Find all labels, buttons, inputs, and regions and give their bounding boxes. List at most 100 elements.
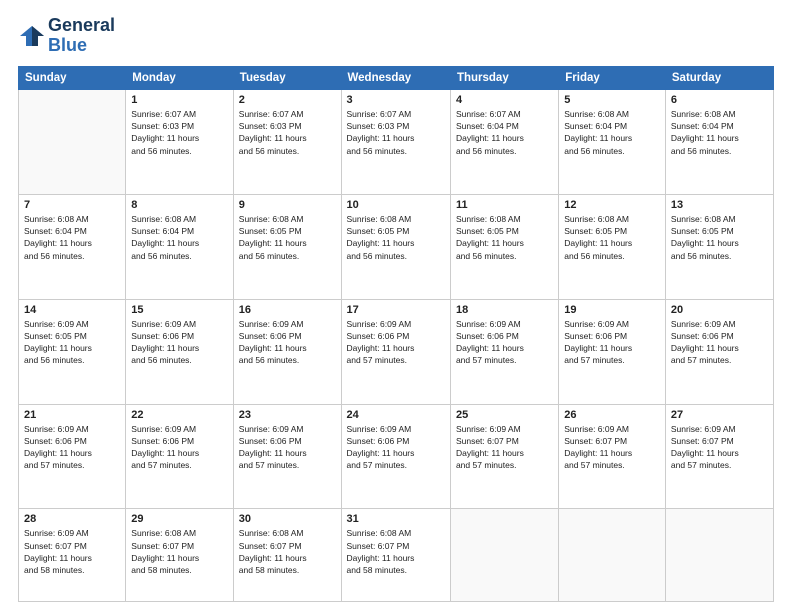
day-number: 2 [239,94,336,106]
day-info: Sunrise: 6:08 AMSunset: 6:04 PMDaylight:… [24,213,120,262]
day-number: 16 [239,304,336,316]
calendar-cell: 11 Sunrise: 6:08 AMSunset: 6:05 PMDaylig… [450,194,558,299]
day-number: 8 [131,199,227,211]
weekday-saturday: Saturday [665,66,773,89]
calendar-cell [19,89,126,194]
calendar-cell [450,509,558,602]
day-number: 22 [131,409,227,421]
day-number: 13 [671,199,768,211]
calendar-cell: 10 Sunrise: 6:08 AMSunset: 6:05 PMDaylig… [341,194,450,299]
calendar-cell: 12 Sunrise: 6:08 AMSunset: 6:05 PMDaylig… [559,194,666,299]
day-info: Sunrise: 6:08 AMSunset: 6:07 PMDaylight:… [347,527,445,576]
day-number: 10 [347,199,445,211]
day-number: 23 [239,409,336,421]
week-row-4: 21 Sunrise: 6:09 AMSunset: 6:06 PMDaylig… [19,404,774,509]
calendar-cell: 6 Sunrise: 6:08 AMSunset: 6:04 PMDayligh… [665,89,773,194]
calendar-cell: 31 Sunrise: 6:08 AMSunset: 6:07 PMDaylig… [341,509,450,602]
day-number: 31 [347,513,445,525]
day-info: Sunrise: 6:08 AMSunset: 6:05 PMDaylight:… [456,213,553,262]
day-info: Sunrise: 6:09 AMSunset: 6:06 PMDaylight:… [131,423,227,472]
day-number: 5 [564,94,660,106]
calendar-cell: 17 Sunrise: 6:09 AMSunset: 6:06 PMDaylig… [341,299,450,404]
calendar-cell: 25 Sunrise: 6:09 AMSunset: 6:07 PMDaylig… [450,404,558,509]
day-info: Sunrise: 6:08 AMSunset: 6:04 PMDaylight:… [131,213,227,262]
weekday-sunday: Sunday [19,66,126,89]
day-info: Sunrise: 6:07 AMSunset: 6:03 PMDaylight:… [347,108,445,157]
day-number: 14 [24,304,120,316]
calendar-cell: 18 Sunrise: 6:09 AMSunset: 6:06 PMDaylig… [450,299,558,404]
calendar-cell: 19 Sunrise: 6:09 AMSunset: 6:06 PMDaylig… [559,299,666,404]
day-info: Sunrise: 6:09 AMSunset: 6:07 PMDaylight:… [456,423,553,472]
calendar-cell: 23 Sunrise: 6:09 AMSunset: 6:06 PMDaylig… [233,404,341,509]
calendar-cell: 2 Sunrise: 6:07 AMSunset: 6:03 PMDayligh… [233,89,341,194]
day-number: 4 [456,94,553,106]
day-info: Sunrise: 6:09 AMSunset: 6:06 PMDaylight:… [347,423,445,472]
calendar-cell: 26 Sunrise: 6:09 AMSunset: 6:07 PMDaylig… [559,404,666,509]
weekday-monday: Monday [126,66,233,89]
day-number: 26 [564,409,660,421]
day-info: Sunrise: 6:09 AMSunset: 6:05 PMDaylight:… [24,318,120,367]
day-number: 25 [456,409,553,421]
calendar-cell: 14 Sunrise: 6:09 AMSunset: 6:05 PMDaylig… [19,299,126,404]
calendar-cell: 16 Sunrise: 6:09 AMSunset: 6:06 PMDaylig… [233,299,341,404]
calendar-cell: 21 Sunrise: 6:09 AMSunset: 6:06 PMDaylig… [19,404,126,509]
day-number: 27 [671,409,768,421]
calendar-cell [665,509,773,602]
day-info: Sunrise: 6:08 AMSunset: 6:07 PMDaylight:… [239,527,336,576]
day-info: Sunrise: 6:09 AMSunset: 6:06 PMDaylight:… [456,318,553,367]
day-info: Sunrise: 6:09 AMSunset: 6:06 PMDaylight:… [564,318,660,367]
calendar-table: SundayMondayTuesdayWednesdayThursdayFrid… [18,66,774,602]
logo-text: General Blue [48,16,115,56]
calendar-cell: 20 Sunrise: 6:09 AMSunset: 6:06 PMDaylig… [665,299,773,404]
day-number: 9 [239,199,336,211]
day-info: Sunrise: 6:07 AMSunset: 6:03 PMDaylight:… [239,108,336,157]
day-info: Sunrise: 6:09 AMSunset: 6:07 PMDaylight:… [564,423,660,472]
header: General Blue [18,16,774,56]
calendar-cell: 7 Sunrise: 6:08 AMSunset: 6:04 PMDayligh… [19,194,126,299]
day-number: 20 [671,304,768,316]
day-number: 15 [131,304,227,316]
calendar-cell: 4 Sunrise: 6:07 AMSunset: 6:04 PMDayligh… [450,89,558,194]
day-number: 29 [131,513,227,525]
week-row-3: 14 Sunrise: 6:09 AMSunset: 6:05 PMDaylig… [19,299,774,404]
calendar-cell: 27 Sunrise: 6:09 AMSunset: 6:07 PMDaylig… [665,404,773,509]
day-info: Sunrise: 6:08 AMSunset: 6:04 PMDaylight:… [671,108,768,157]
day-info: Sunrise: 6:09 AMSunset: 6:07 PMDaylight:… [671,423,768,472]
calendar-cell: 30 Sunrise: 6:08 AMSunset: 6:07 PMDaylig… [233,509,341,602]
day-info: Sunrise: 6:08 AMSunset: 6:05 PMDaylight:… [347,213,445,262]
calendar-cell: 9 Sunrise: 6:08 AMSunset: 6:05 PMDayligh… [233,194,341,299]
calendar-cell: 5 Sunrise: 6:08 AMSunset: 6:04 PMDayligh… [559,89,666,194]
weekday-friday: Friday [559,66,666,89]
week-row-5: 28 Sunrise: 6:09 AMSunset: 6:07 PMDaylig… [19,509,774,602]
day-info: Sunrise: 6:09 AMSunset: 6:06 PMDaylight:… [239,423,336,472]
day-info: Sunrise: 6:08 AMSunset: 6:04 PMDaylight:… [564,108,660,157]
week-row-1: 1 Sunrise: 6:07 AMSunset: 6:03 PMDayligh… [19,89,774,194]
day-number: 18 [456,304,553,316]
day-info: Sunrise: 6:08 AMSunset: 6:05 PMDaylight:… [564,213,660,262]
day-number: 7 [24,199,120,211]
day-info: Sunrise: 6:07 AMSunset: 6:04 PMDaylight:… [456,108,553,157]
calendar-cell: 3 Sunrise: 6:07 AMSunset: 6:03 PMDayligh… [341,89,450,194]
day-info: Sunrise: 6:09 AMSunset: 6:07 PMDaylight:… [24,527,120,576]
weekday-tuesday: Tuesday [233,66,341,89]
day-number: 1 [131,94,227,106]
calendar-cell: 29 Sunrise: 6:08 AMSunset: 6:07 PMDaylig… [126,509,233,602]
day-info: Sunrise: 6:09 AMSunset: 6:06 PMDaylight:… [671,318,768,367]
day-number: 28 [24,513,120,525]
day-info: Sunrise: 6:09 AMSunset: 6:06 PMDaylight:… [347,318,445,367]
day-info: Sunrise: 6:09 AMSunset: 6:06 PMDaylight:… [239,318,336,367]
day-number: 11 [456,199,553,211]
calendar-cell [559,509,666,602]
day-info: Sunrise: 6:08 AMSunset: 6:07 PMDaylight:… [131,527,227,576]
day-number: 19 [564,304,660,316]
weekday-thursday: Thursday [450,66,558,89]
page: General Blue SundayMondayTuesdayWednesda… [0,0,792,612]
calendar-cell: 22 Sunrise: 6:09 AMSunset: 6:06 PMDaylig… [126,404,233,509]
day-info: Sunrise: 6:09 AMSunset: 6:06 PMDaylight:… [131,318,227,367]
day-info: Sunrise: 6:08 AMSunset: 6:05 PMDaylight:… [671,213,768,262]
logo-icon [18,22,46,50]
day-number: 21 [24,409,120,421]
day-info: Sunrise: 6:09 AMSunset: 6:06 PMDaylight:… [24,423,120,472]
weekday-wednesday: Wednesday [341,66,450,89]
calendar-cell: 13 Sunrise: 6:08 AMSunset: 6:05 PMDaylig… [665,194,773,299]
